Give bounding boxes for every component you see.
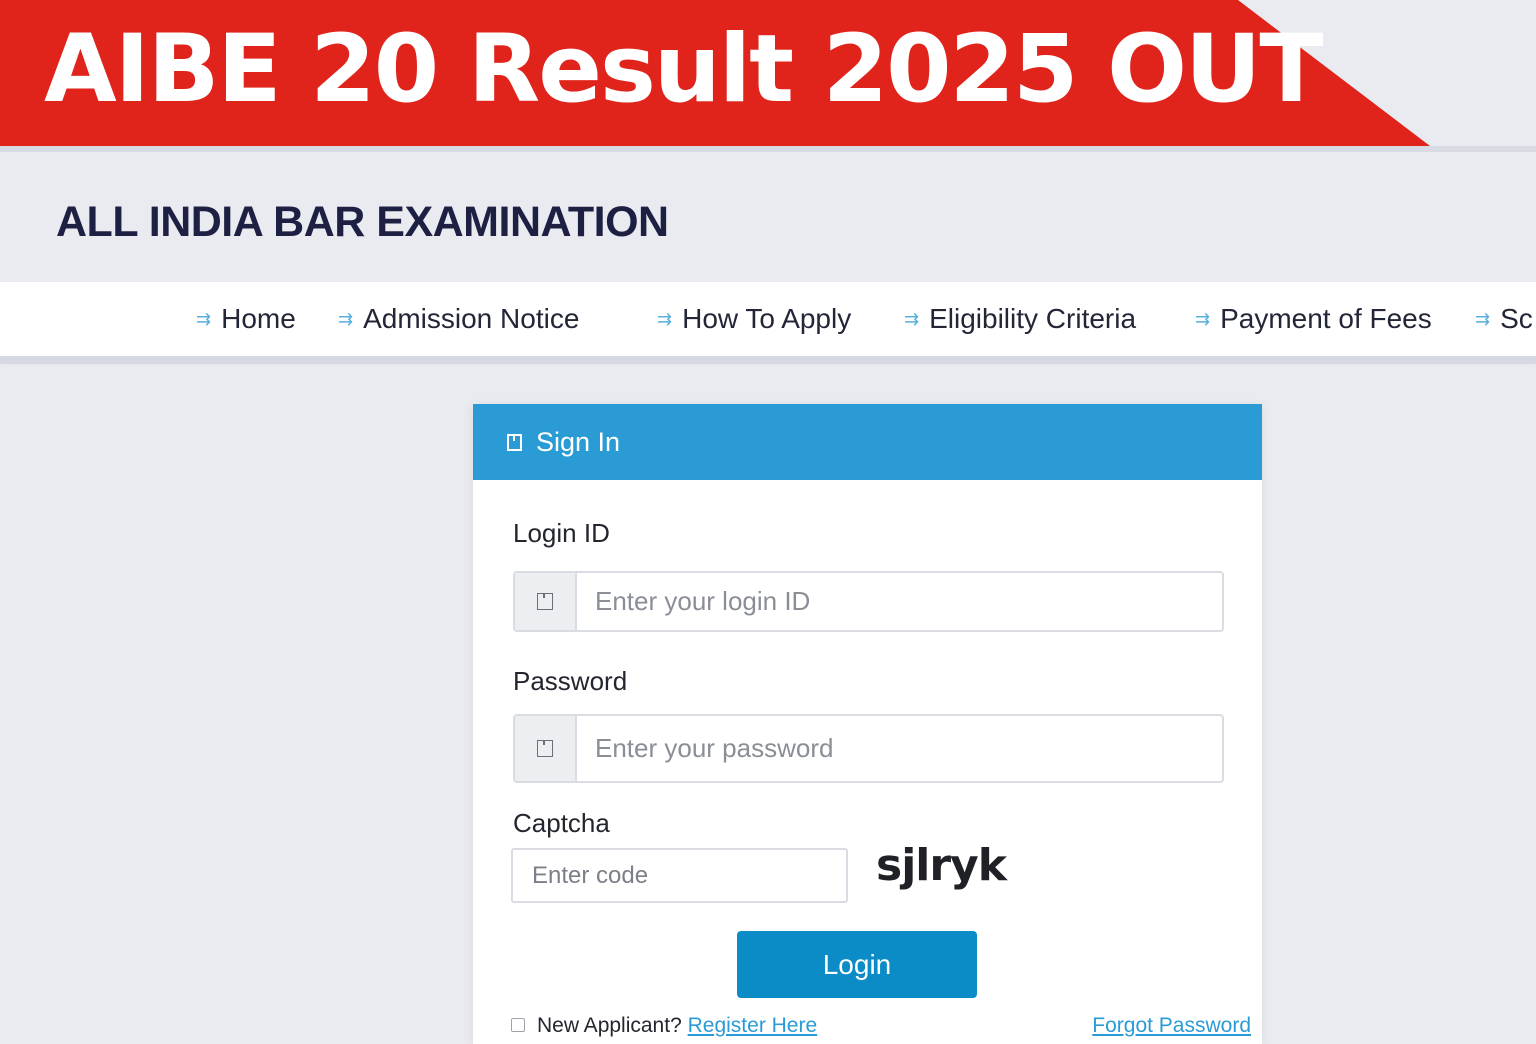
double-arrow-icon: ⇉ <box>657 308 673 330</box>
login-id-addon <box>515 573 577 630</box>
new-applicant-row: New Applicant? Register Here <box>537 1014 817 1038</box>
nav-item-label: Admission Notice <box>363 303 580 334</box>
login-id-label: Login ID <box>513 518 610 548</box>
lock-icon <box>537 740 553 757</box>
nav-item-label: Home <box>221 303 296 334</box>
nav-item-label: How To Apply <box>682 303 852 334</box>
checkbox-icon <box>511 1018 525 1032</box>
login-id-group <box>513 571 1224 632</box>
signin-title: Sign In <box>536 426 621 457</box>
nav-item-label: Sc <box>1500 303 1533 334</box>
nav-item-payment-of-fees[interactable]: ⇉ Payment of Fees <box>1195 282 1432 356</box>
user-icon <box>537 593 553 610</box>
banner-title: AIBE 20 Result 2025 OUT <box>44 15 1323 124</box>
captcha-label: Captcha <box>513 808 610 838</box>
banner-divider <box>0 146 1536 152</box>
double-arrow-icon: ⇉ <box>338 308 354 330</box>
signin-card: Sign In Login ID Password Captcha sjlryk… <box>473 404 1262 1044</box>
nav-item-how-to-apply[interactable]: ⇉ How To Apply <box>657 282 851 356</box>
sign-in-icon <box>507 433 522 451</box>
double-arrow-icon: ⇉ <box>1475 308 1491 330</box>
forgot-password-link[interactable]: Forgot Password <box>1092 1014 1251 1038</box>
captcha-input[interactable] <box>511 848 848 903</box>
nav-item-label: Payment of Fees <box>1220 303 1432 334</box>
signin-card-header: Sign In <box>473 404 1262 480</box>
nav-item-eligibility-criteria[interactable]: ⇉ Eligibility Criteria <box>904 282 1136 356</box>
site-title: ALL INDIA BAR EXAMINATION <box>56 198 669 246</box>
login-button[interactable]: Login <box>737 931 977 998</box>
captcha-code: sjlryk <box>876 840 1007 891</box>
nav-item-admission-notice[interactable]: ⇉ Admission Notice <box>338 282 579 356</box>
login-id-input[interactable] <box>577 573 1222 630</box>
password-addon <box>515 716 577 781</box>
signin-footer: New Applicant? Register Here Forgot Pass… <box>511 1010 1251 1040</box>
password-input[interactable] <box>577 716 1222 781</box>
register-link[interactable]: Register Here <box>688 1014 818 1037</box>
nav-divider <box>0 356 1536 364</box>
password-group <box>513 714 1224 783</box>
password-label: Password <box>513 666 628 696</box>
nav-item-truncated[interactable]: ⇉ Sc <box>1475 282 1533 356</box>
nav-item-label: Eligibility Criteria <box>929 303 1137 334</box>
main-nav: ⇉ Home ⇉ Admission Notice ⇉ How To Apply… <box>0 282 1536 356</box>
double-arrow-icon: ⇉ <box>904 308 920 330</box>
new-applicant-text: New Applicant? <box>537 1014 682 1037</box>
nav-item-home[interactable]: ⇉ Home <box>196 282 296 356</box>
double-arrow-icon: ⇉ <box>1195 308 1211 330</box>
double-arrow-icon: ⇉ <box>196 308 212 330</box>
